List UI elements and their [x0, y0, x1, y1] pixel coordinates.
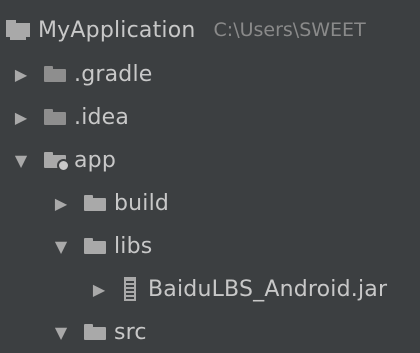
collapse-arrow-icon[interactable]: ▼ [50, 237, 72, 256]
tree-row-libs[interactable]: ▼ libs [0, 225, 420, 267]
project-name: MyApplication [38, 17, 196, 43]
tree-row-gradle[interactable]: ▶ .gradle [0, 53, 420, 95]
expand-arrow-icon[interactable]: ▶ [50, 194, 72, 213]
tree-item-label: BaiduLBS_Android.jar [148, 276, 388, 302]
expand-arrow-icon[interactable]: ▶ [10, 108, 32, 127]
tree-row-src[interactable]: ▼ src [0, 311, 420, 353]
folder-icon [84, 195, 106, 211]
tree-item-label: build [114, 190, 170, 216]
collapse-arrow-icon[interactable]: ▼ [50, 323, 72, 342]
folder-icon [44, 66, 66, 82]
folder-icon [44, 109, 66, 125]
tree-row-jar[interactable]: ▶ BaiduLBS_Android.jar [0, 268, 420, 310]
tree-item-label: src [114, 319, 147, 345]
tree-item-label: libs [114, 233, 153, 259]
jar-archive-icon [124, 277, 136, 301]
expand-arrow-icon[interactable]: ▶ [10, 65, 32, 84]
tree-item-label: .idea [74, 104, 130, 130]
project-tree: MyApplication C:\Users\SWEET ▶ .gradle ▶… [0, 0, 420, 353]
folder-icon [84, 238, 106, 254]
tree-item-label: app [74, 147, 117, 173]
tree-item-label: .gradle [74, 61, 153, 87]
tree-row-build[interactable]: ▶ build [0, 182, 420, 224]
tree-row-app[interactable]: ▼ app [0, 139, 420, 181]
folder-icon [84, 324, 106, 340]
collapse-arrow-icon[interactable]: ▼ [10, 151, 32, 170]
tree-row-project-root[interactable]: MyApplication C:\Users\SWEET [0, 8, 420, 52]
expand-arrow-icon[interactable]: ▶ [88, 280, 110, 299]
module-folder-icon [44, 152, 70, 172]
project-path: C:\Users\SWEET [213, 19, 366, 41]
tree-row-idea[interactable]: ▶ .idea [0, 96, 420, 138]
project-folder-icon [6, 20, 30, 40]
